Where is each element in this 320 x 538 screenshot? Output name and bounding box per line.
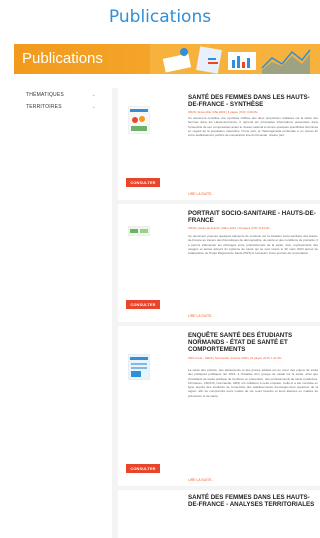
- publication-meta: ORS-Creai - OR2S | Normandie | Février 2…: [188, 356, 282, 360]
- publication-card: SANTÉ DES FEMMES DANS LES HAUTS-DE-FRANC…: [118, 88, 320, 200]
- consult-button[interactable]: CONSULTER: [126, 464, 160, 473]
- publication-title[interactable]: SANTÉ DES FEMMES DANS LES HAUTS-DE-FRANC…: [188, 494, 318, 508]
- publication-title[interactable]: SANTÉ DES FEMMES DANS LES HAUTS-DE-FRANC…: [188, 94, 318, 108]
- read-more-link[interactable]: LIRE LA SUITE...: [188, 478, 214, 482]
- publication-cover-thumbnail: [128, 354, 150, 380]
- publication-description: Ce document constitue une synthèse chiff…: [188, 116, 318, 138]
- publication-title[interactable]: PORTRAIT SOCIO-SANITAIRE - HAUTS-DE-FRAN…: [188, 210, 318, 224]
- publication-title[interactable]: ENQUÊTE SANTÉ DES ÉTUDIANTS NORMANDS - É…: [188, 332, 318, 354]
- read-more-link[interactable]: LIRE LA SUITE...: [188, 192, 214, 196]
- publication-description: La santé des enfants, des adolescents et…: [188, 368, 318, 398]
- chevron-down-icon: ⌄: [91, 104, 96, 110]
- filter-thematiques[interactable]: THÉMATIQUES ⌄: [26, 90, 96, 100]
- publication-meta: OR2S | Ensemble | Mai 2023 | 4 pages | P…: [188, 110, 258, 114]
- publication-card: SANTÉ DES FEMMES DANS LES HAUTS-DE-FRANC…: [118, 490, 320, 538]
- consult-button[interactable]: CONSULTER: [126, 178, 160, 187]
- publication-cover-thumbnail: [128, 226, 150, 236]
- consult-button[interactable]: CONSULTER: [126, 300, 160, 309]
- filter-territoires[interactable]: TERRITOIRES ⌄: [26, 102, 96, 112]
- publications-banner: Publications: [14, 44, 320, 74]
- publication-card: ENQUÊTE SANTÉ DES ÉTUDIANTS NORMANDS - É…: [118, 326, 320, 486]
- publication-cover-thumbnail: [128, 106, 150, 134]
- publication-card: PORTRAIT SOCIO-SANITAIRE - HAUTS-DE-FRAN…: [118, 204, 320, 322]
- filter-label: TERRITOIRES: [26, 104, 62, 110]
- publication-description: Ce document propose quelques éléments de…: [188, 234, 318, 256]
- publication-meta: OR2S | Hauts-de-France | Mars 2023 | 13 …: [188, 226, 270, 230]
- chevron-down-icon: ⌄: [91, 92, 96, 98]
- read-more-link[interactable]: LIRE LA SUITE...: [188, 314, 214, 318]
- page-title: Publications: [108, 7, 212, 27]
- banner-illustration: [150, 44, 320, 74]
- filter-label: THÉMATIQUES: [26, 92, 64, 98]
- banner-title: Publications: [22, 50, 103, 67]
